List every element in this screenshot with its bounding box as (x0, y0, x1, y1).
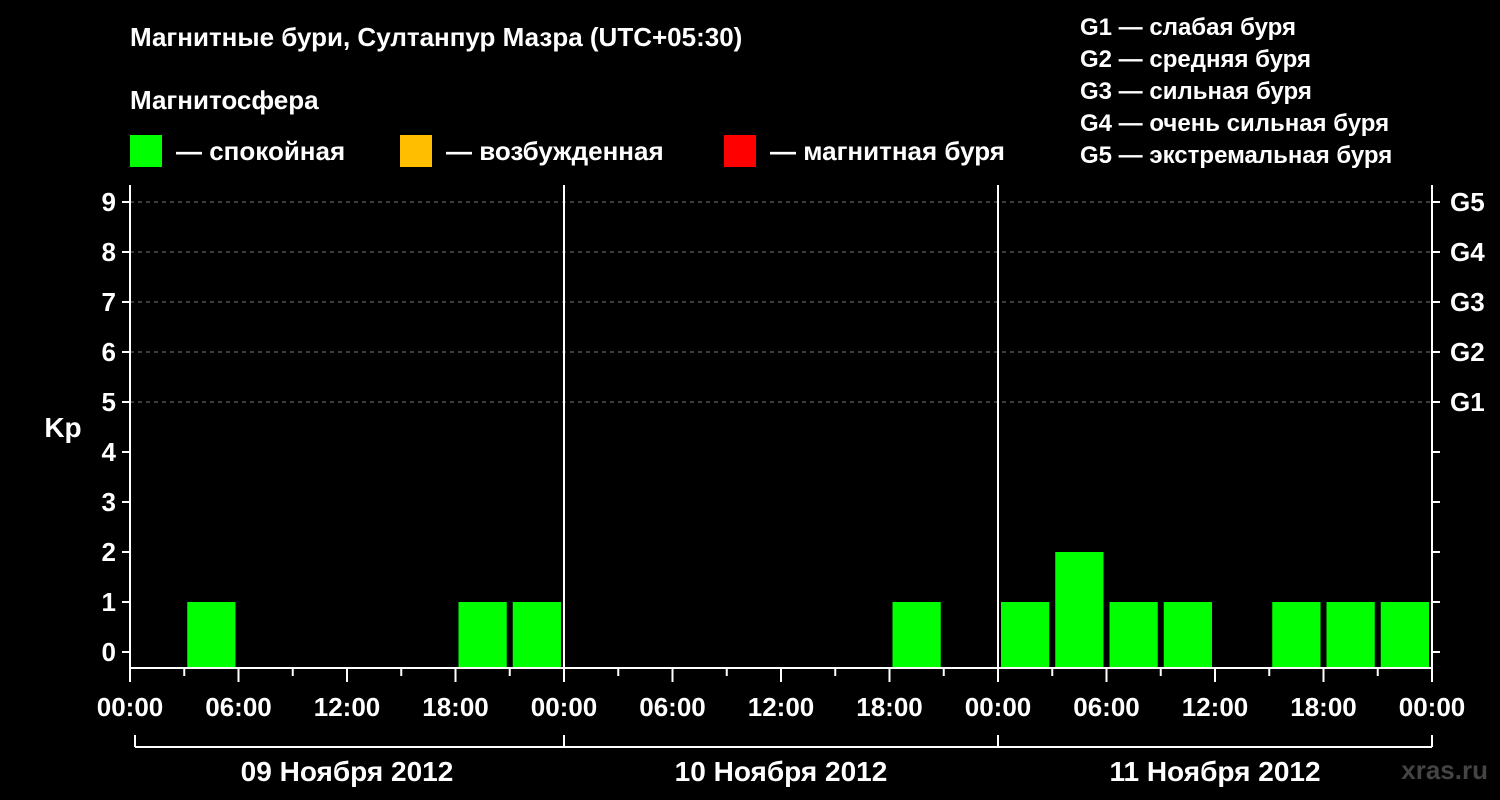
y-tick-label-8: 8 (102, 237, 116, 267)
x-tick-label-0: 00:00 (97, 692, 164, 722)
y-tick-label-5: 5 (102, 387, 116, 417)
kp-bar-0 (187, 602, 236, 668)
y-tick-label-7: 7 (102, 287, 116, 317)
kp-bar-1 (458, 602, 507, 668)
kp-bar-10 (1380, 602, 1429, 668)
g-tick-label-G3: G3 (1450, 287, 1485, 317)
y-tick-label-3: 3 (102, 487, 116, 517)
kp-bar-7 (1163, 602, 1212, 668)
g-tick-label-G5: G5 (1450, 187, 1485, 217)
y-axis-label: Kp (44, 412, 81, 443)
y-tick-label-4: 4 (102, 437, 117, 467)
x-tick-label-1: 06:00 (205, 692, 272, 722)
kp-bar-9 (1326, 602, 1375, 668)
kp-bar-3 (892, 602, 941, 668)
y-tick-label-0: 0 (102, 637, 116, 667)
x-tick-label-2: 12:00 (314, 692, 381, 722)
x-tick-label-6: 12:00 (748, 692, 815, 722)
kp-bar-6 (1109, 602, 1158, 668)
y-tick-label-6: 6 (102, 337, 116, 367)
day-label-2: 11 Ноября 2012 (1109, 756, 1320, 787)
y-tick-label-1: 1 (102, 587, 116, 617)
g-tick-label-G2: G2 (1450, 337, 1485, 367)
x-tick-label-12: 00:00 (1399, 692, 1466, 722)
y-tick-label-9: 9 (102, 187, 116, 217)
x-tick-label-7: 18:00 (856, 692, 923, 722)
x-tick-label-5: 06:00 (639, 692, 706, 722)
x-tick-label-11: 18:00 (1290, 692, 1357, 722)
x-tick-label-8: 00:00 (965, 692, 1032, 722)
watermark: xras.ru (1401, 755, 1488, 785)
g-tick-label-G4: G4 (1450, 237, 1485, 267)
x-tick-label-9: 06:00 (1073, 692, 1140, 722)
g-tick-label-G1: G1 (1450, 387, 1485, 417)
day-label-0: 09 Ноября 2012 (241, 756, 454, 787)
x-tick-label-4: 00:00 (531, 692, 598, 722)
y-tick-label-2: 2 (102, 537, 116, 567)
kp-bar-2 (512, 602, 561, 668)
kp-bar-chart: 0 1 2 3 4 5 6 7 8 9 G1 G2 G3 G4 G5 Kp 00:00 06:00 12:00 18:… (44, 185, 1485, 787)
x-tick-label-3: 18:00 (422, 692, 489, 722)
kp-bar-5 (1055, 552, 1104, 668)
kp-bar-8 (1272, 602, 1321, 668)
kp-bar-4 (1001, 602, 1050, 668)
x-tick-label-10: 12:00 (1182, 692, 1249, 722)
day-label-1: 10 Ноября 2012 (675, 756, 888, 787)
